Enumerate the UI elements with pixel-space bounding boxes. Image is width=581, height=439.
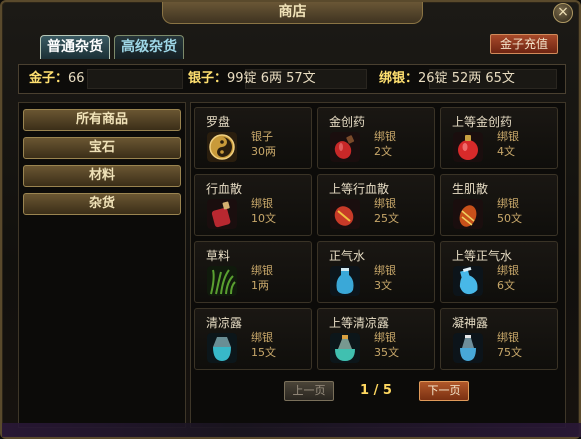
item-name: 行血散 [206, 182, 243, 196]
category-gems[interactable]: 宝石 [23, 137, 181, 159]
silver-display: 银子：99锭 6两 57文 [188, 65, 316, 93]
item-currency: 绑银 [374, 197, 396, 210]
window-title: 商店 [162, 2, 423, 24]
item-price: 50文 [497, 212, 522, 225]
item-name: 生肌散 [452, 182, 489, 196]
bound-silver-value: 26锭 52两 65文 [418, 71, 515, 86]
bound-silver-label: 绑银： [379, 71, 419, 86]
item-slot[interactable]: 上等行血散 绑银 25文 [317, 174, 435, 236]
silver-value: 99锭 6两 57文 [227, 71, 316, 86]
close-icon[interactable]: × [553, 3, 573, 23]
compass-icon [207, 132, 237, 162]
cyan-flask-icon [330, 333, 360, 363]
item-slot[interactable]: 凝神露 绑银 75文 [440, 308, 558, 370]
item-slot[interactable]: 上等清凉露 绑银 35文 [317, 308, 435, 370]
item-name: 清凉露 [206, 316, 243, 330]
silver-label: 银子： [188, 71, 228, 86]
item-slot[interactable]: 上等金创药 绑银 4文 [440, 107, 558, 169]
item-name: 金创药 [329, 115, 366, 129]
item-price: 2文 [374, 145, 392, 158]
next-page-button[interactable]: 下一页 [419, 381, 469, 401]
tab-advanced-goods[interactable]: 高级杂货 [114, 35, 184, 59]
item-currency: 绑银 [251, 197, 273, 210]
tab-general-goods[interactable]: 普通杂货 [40, 35, 110, 59]
item-currency: 绑银 [497, 130, 519, 143]
item-price: 6文 [497, 279, 515, 292]
item-price: 30两 [251, 145, 276, 158]
item-currency: 绑银 [497, 264, 519, 277]
red-powder-icon [207, 199, 237, 229]
item-currency: 绑银 [374, 130, 396, 143]
item-slot[interactable]: 清凉露 绑银 15文 [194, 308, 312, 370]
gold-value: 66 [68, 71, 85, 86]
bound-silver-display: 绑银：26锭 52两 65文 [379, 65, 515, 93]
item-price: 75文 [497, 346, 522, 359]
gold-display: 金子：66 [29, 65, 85, 93]
item-currency: 绑银 [251, 331, 273, 344]
category-all-goods[interactable]: 所有商品 [23, 109, 181, 131]
item-slot[interactable]: 金创药 绑银 2文 [317, 107, 435, 169]
red-powder-icon [330, 199, 360, 229]
blue-bottle-icon [453, 266, 483, 296]
item-currency: 绑银 [374, 264, 396, 277]
item-currency: 银子 [251, 130, 273, 143]
currency-bar: 金子：66 银子：99锭 6两 57文 绑银：26锭 52两 65文 [18, 64, 566, 94]
item-slot[interactable]: 罗盘 银子 30两 [194, 107, 312, 169]
grass-icon [207, 266, 237, 296]
item-price: 1两 [251, 279, 269, 292]
prev-page-button[interactable]: 上一页 [284, 381, 334, 401]
category-sidebar: 所有商品 宝石 材料 杂货 [18, 102, 186, 428]
item-name: 凝神露 [452, 316, 489, 330]
gold-recharge-button[interactable]: 金子充值 [490, 34, 558, 54]
item-slot[interactable]: 行血散 绑银 10文 [194, 174, 312, 236]
page-indicator: 1 / 5 [360, 383, 392, 398]
item-name: 罗盘 [206, 115, 231, 129]
item-currency: 绑银 [497, 197, 519, 210]
cyan-flask-icon [207, 333, 237, 363]
shop-window: 商店 × 普通杂货 高级杂货 金子充值 金子：66 银子：99锭 6两 57文 … [0, 0, 581, 439]
item-name: 正气水 [329, 249, 366, 263]
red-potion-icon [453, 132, 483, 162]
item-slot[interactable]: 上等正气水 绑银 6文 [440, 241, 558, 303]
item-slot[interactable]: 草料 绑银 1两 [194, 241, 312, 303]
item-price: 25文 [374, 212, 399, 225]
item-price: 3文 [374, 279, 392, 292]
gold-value-box [87, 69, 183, 89]
gold-label: 金子： [29, 71, 69, 86]
decorative-bottom-border [2, 423, 581, 437]
item-currency: 绑银 [251, 264, 273, 277]
category-materials[interactable]: 材料 [23, 165, 181, 187]
category-sundries[interactable]: 杂货 [23, 193, 181, 215]
item-name: 草料 [206, 249, 231, 263]
item-price: 15文 [251, 346, 276, 359]
red-powder-icon [453, 199, 483, 229]
cyan-flask-icon [453, 333, 483, 363]
blue-bottle-icon [330, 266, 360, 296]
item-slot[interactable]: 生肌散 绑银 50文 [440, 174, 558, 236]
item-price: 10文 [251, 212, 276, 225]
item-price: 4文 [497, 145, 515, 158]
item-slot[interactable]: 正气水 绑银 3文 [317, 241, 435, 303]
red-potion-icon [330, 132, 360, 162]
item-price: 35文 [374, 346, 399, 359]
item-currency: 绑银 [374, 331, 396, 344]
item-currency: 绑银 [497, 331, 519, 344]
